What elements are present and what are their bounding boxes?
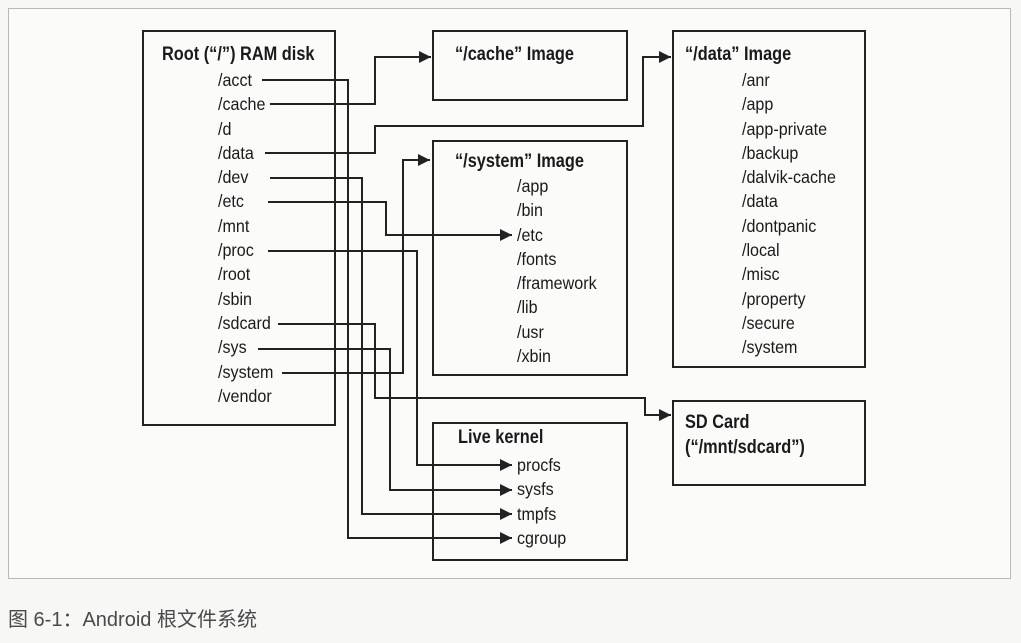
data-item-app: /app [742, 94, 774, 115]
root-item-sbin: /sbin [218, 288, 253, 309]
root-item-sdcard: /sdcard [218, 312, 271, 333]
data-item-misc: /misc [742, 264, 780, 285]
root-item-etc: /etc [218, 191, 244, 212]
system-image-list: /app /bin /etc /fonts /framework /lib /u… [517, 174, 597, 368]
root-item-sys: /sys [218, 337, 247, 358]
system-image-title: “/system” Image [455, 151, 584, 172]
data-image-title: “/data” Image [685, 44, 792, 65]
root-item-system: /system [218, 361, 274, 382]
live-kernel-list: procfs sysfs tmpfs cgroup [517, 453, 566, 550]
system-item-bin: /bin [517, 200, 543, 221]
root-ramdisk-title: Root (“/”) RAM disk [162, 44, 315, 65]
figure-caption: 图 6-1：Android 根文件系统 [8, 609, 257, 631]
system-item-fonts: /fonts [517, 248, 557, 269]
root-item-root: /root [218, 264, 251, 285]
cache-image-title: “/cache” Image [455, 44, 574, 65]
data-item-anr: /anr [742, 70, 770, 90]
data-item-secure: /secure [742, 312, 795, 333]
root-item-acct: /acct [218, 70, 253, 90]
data-item-dalvik-cache: /dalvik-cache [742, 167, 836, 188]
root-item-vendor: /vendor [218, 385, 272, 406]
system-item-xbin: /xbin [517, 346, 552, 367]
data-image-list: /anr /app /app-private /backup /dalvik-c… [742, 68, 836, 360]
system-item-framework: /framework [517, 273, 597, 294]
data-item-app-private: /app-private [742, 118, 828, 139]
root-ramdisk-list: /acct /cache /d /data /dev /etc /mnt /pr… [218, 68, 273, 408]
root-item-cache: /cache [218, 94, 266, 115]
kernel-item-sysfs: sysfs [517, 479, 554, 500]
root-item-data: /data [218, 142, 254, 163]
system-item-lib: /lib [517, 297, 538, 318]
system-item-app: /app [517, 176, 549, 196]
sdcard-path: (“/mnt/sdcard”) [685, 437, 805, 458]
kernel-item-cgroup: cgroup [517, 527, 567, 548]
sdcard-title: SD Card [685, 412, 750, 433]
data-item-dontpanic: /dontpanic [742, 215, 817, 236]
data-item-property: /property [742, 288, 806, 309]
kernel-item-procfs: procfs [517, 455, 561, 475]
kernel-item-tmpfs: tmpfs [517, 503, 557, 524]
root-item-dev: /dev [218, 167, 249, 188]
live-kernel-title: Live kernel [458, 427, 544, 448]
data-item-system: /system [742, 337, 798, 358]
root-item-d: /d [218, 118, 232, 139]
data-item-data: /data [742, 191, 778, 212]
system-item-usr: /usr [517, 321, 544, 342]
root-item-mnt: /mnt [218, 215, 250, 236]
system-item-etc: /etc [517, 224, 543, 245]
data-item-local: /local [742, 240, 780, 261]
root-item-proc: /proc [218, 240, 254, 261]
data-item-backup: /backup [742, 142, 799, 163]
